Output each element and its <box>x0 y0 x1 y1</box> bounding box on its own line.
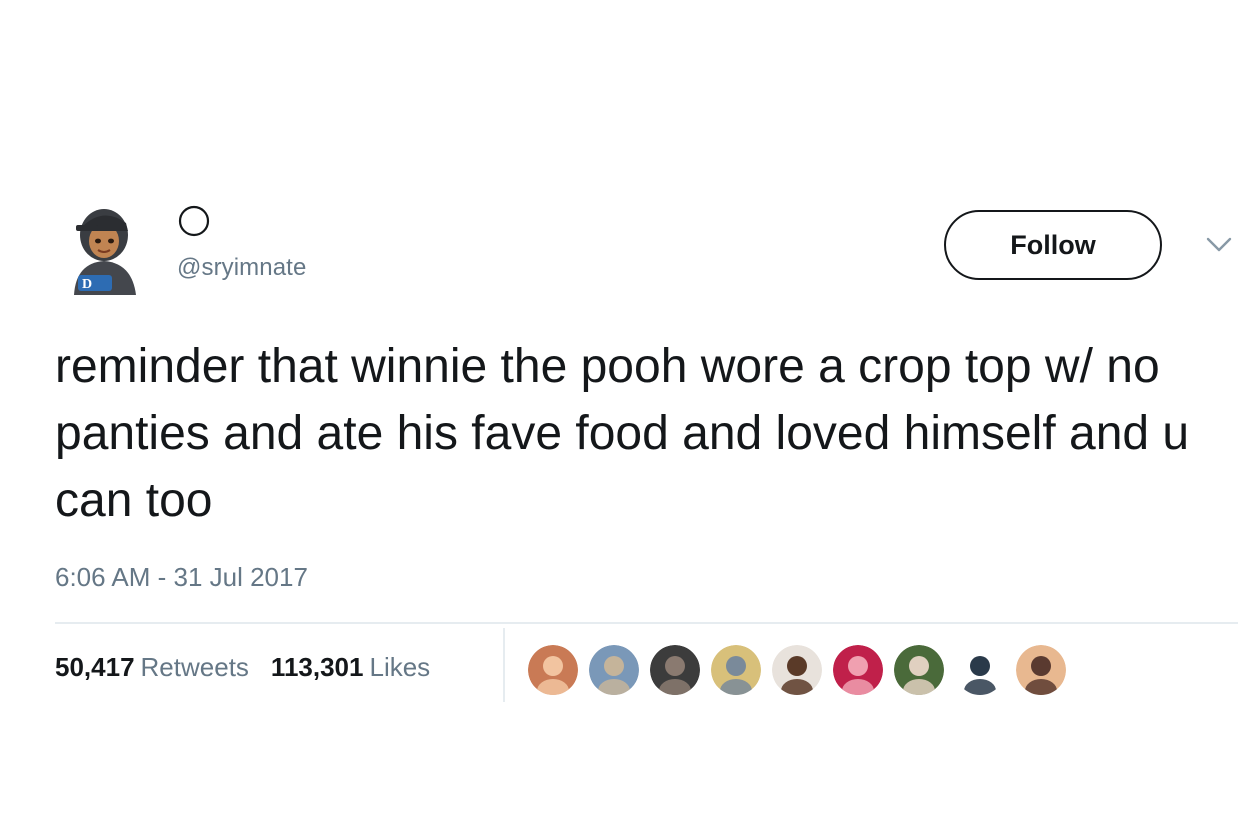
liker-avatar[interactable] <box>589 645 639 695</box>
liker-avatar[interactable] <box>711 645 761 695</box>
liker-avatar[interactable] <box>955 645 1005 695</box>
divider <box>55 622 1238 624</box>
tweet-card: D @sryimnate Follow reminder that winnie… <box>0 0 1250 830</box>
chevron-down-icon[interactable] <box>1206 236 1232 254</box>
svg-text:D: D <box>82 277 92 292</box>
tweet-stats: 50,417 Retweets 113,301 Likes <box>55 652 452 683</box>
liker-avatar[interactable] <box>1016 645 1066 695</box>
retweets-count: 50,417 <box>55 652 135 682</box>
avatar-image: D <box>74 209 136 295</box>
liker-avatar[interactable] <box>894 645 944 695</box>
follow-button[interactable]: Follow <box>944 210 1162 280</box>
retweets-label: Retweets <box>140 652 249 682</box>
liker-avatar[interactable] <box>528 645 578 695</box>
retweets-stat[interactable]: 50,417 Retweets <box>55 652 249 683</box>
user-handle[interactable]: @sryimnate <box>177 254 306 282</box>
likes-count: 113,301 <box>270 652 364 682</box>
likes-stat[interactable]: 113,301 Likes <box>271 652 430 683</box>
liker-avatar[interactable] <box>833 645 883 695</box>
liker-avatar[interactable] <box>772 645 822 695</box>
tweet-timestamp[interactable]: 6:06 AM - 31 Jul 2017 <box>55 562 308 593</box>
user-avatar[interactable]: D <box>68 205 140 297</box>
liker-avatar[interactable] <box>650 645 700 695</box>
likes-label: Likes <box>369 652 431 682</box>
liker-avatars <box>528 645 1077 695</box>
tweet-text: reminder that winnie the pooh wore a cro… <box>55 340 1190 527</box>
display-name-circle-emoji <box>178 205 210 237</box>
stats-separator <box>503 628 505 702</box>
